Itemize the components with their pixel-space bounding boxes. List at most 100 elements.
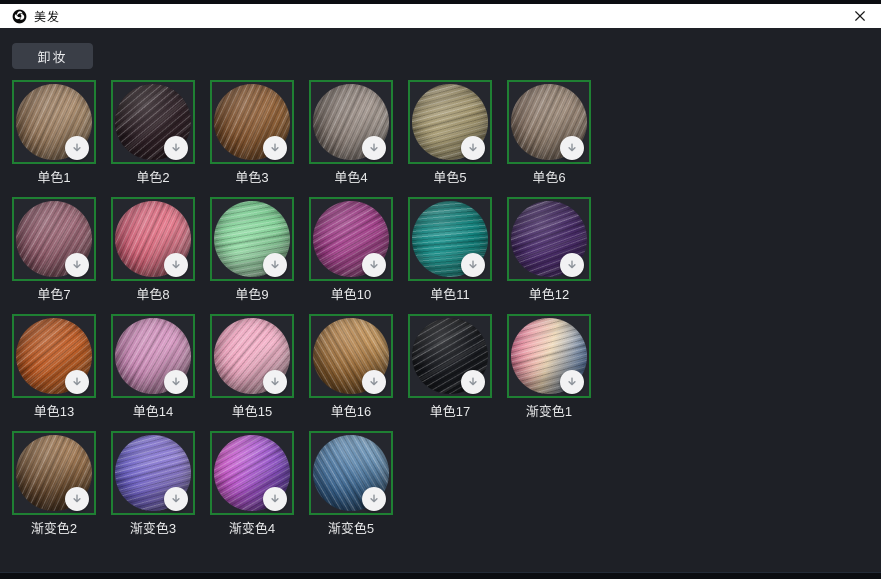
download-button[interactable] (560, 370, 584, 394)
download-button[interactable] (263, 370, 287, 394)
hair-color-label: 渐变色2 (12, 521, 96, 537)
close-button[interactable] (843, 4, 877, 28)
download-arrow-icon (70, 258, 84, 272)
hair-color-tile[interactable] (309, 197, 393, 281)
hair-color-label: 单色1 (12, 170, 96, 186)
download-arrow-icon (367, 258, 381, 272)
hair-color-tile[interactable] (12, 431, 96, 515)
hair-color-item: 单色6 (507, 80, 591, 186)
hair-color-tile[interactable] (408, 80, 492, 164)
download-arrow-icon (466, 141, 480, 155)
screen-edge-bottom (0, 572, 881, 579)
download-arrow-icon (367, 141, 381, 155)
download-arrow-icon (169, 375, 183, 389)
hair-color-label: 渐变色1 (507, 404, 591, 420)
hair-color-tile[interactable] (309, 431, 393, 515)
download-button[interactable] (362, 370, 386, 394)
hair-color-item: 渐变色5 (309, 431, 393, 537)
hair-color-tile[interactable] (12, 197, 96, 281)
hair-color-tile[interactable] (111, 197, 195, 281)
download-button[interactable] (65, 370, 89, 394)
hair-color-item: 单色7 (12, 197, 96, 303)
hair-color-label: 单色16 (309, 404, 393, 420)
hair-color-label: 单色4 (309, 170, 393, 186)
hair-color-item: 单色5 (408, 80, 492, 186)
hair-color-item: 单色10 (309, 197, 393, 303)
hair-color-item: 渐变色4 (210, 431, 294, 537)
download-button[interactable] (164, 370, 188, 394)
hair-color-tile[interactable] (12, 80, 96, 164)
hair-color-item: 单色17 (408, 314, 492, 420)
hair-color-tile[interactable] (111, 80, 195, 164)
hair-color-tile[interactable] (507, 197, 591, 281)
hair-color-tile[interactable] (210, 80, 294, 164)
download-arrow-icon (268, 492, 282, 506)
dialog-titlebar: 美发 (0, 4, 881, 28)
hair-color-item: 渐变色2 (12, 431, 96, 537)
hair-color-label: 单色14 (111, 404, 195, 420)
download-button[interactable] (461, 136, 485, 160)
hair-color-tile[interactable] (309, 314, 393, 398)
download-arrow-icon (70, 375, 84, 389)
download-arrow-icon (268, 258, 282, 272)
hair-color-label: 单色6 (507, 170, 591, 186)
download-arrow-icon (367, 492, 381, 506)
hair-color-item: 单色1 (12, 80, 96, 186)
hair-color-grid: 单色1 单色2 (12, 80, 869, 537)
download-arrow-icon (466, 375, 480, 389)
download-button[interactable] (164, 253, 188, 277)
hair-color-tile[interactable] (210, 314, 294, 398)
download-button[interactable] (560, 253, 584, 277)
hair-color-tile[interactable] (12, 314, 96, 398)
hair-color-item: 单色12 (507, 197, 591, 303)
download-button[interactable] (65, 253, 89, 277)
hair-color-tile[interactable] (111, 431, 195, 515)
download-arrow-icon (70, 141, 84, 155)
download-arrow-icon (268, 375, 282, 389)
download-button[interactable] (263, 136, 287, 160)
download-button[interactable] (362, 487, 386, 511)
hair-color-tile[interactable] (210, 431, 294, 515)
hair-color-item: 单色15 (210, 314, 294, 420)
hair-color-label: 渐变色5 (309, 521, 393, 537)
hair-color-label: 渐变色4 (210, 521, 294, 537)
hair-color-tile[interactable] (507, 314, 591, 398)
hair-color-tile[interactable] (408, 197, 492, 281)
hair-color-label: 单色13 (12, 404, 96, 420)
hair-color-tile[interactable] (210, 197, 294, 281)
download-arrow-icon (70, 492, 84, 506)
download-button[interactable] (65, 487, 89, 511)
hair-color-label: 单色5 (408, 170, 492, 186)
download-button[interactable] (461, 253, 485, 277)
hair-color-tile[interactable] (408, 314, 492, 398)
hair-color-item: 单色3 (210, 80, 294, 186)
remove-makeup-button[interactable]: 卸妆 (12, 43, 93, 69)
hair-color-item: 单色14 (111, 314, 195, 420)
download-button[interactable] (362, 136, 386, 160)
download-button[interactable] (263, 487, 287, 511)
download-button[interactable] (461, 370, 485, 394)
download-button[interactable] (65, 136, 89, 160)
download-button[interactable] (263, 253, 287, 277)
download-arrow-icon (565, 375, 579, 389)
download-button[interactable] (164, 136, 188, 160)
download-arrow-icon (466, 258, 480, 272)
hair-color-tile[interactable] (507, 80, 591, 164)
hair-color-label: 单色15 (210, 404, 294, 420)
hair-color-item: 单色8 (111, 197, 195, 303)
hair-color-item: 单色11 (408, 197, 492, 303)
download-button[interactable] (164, 487, 188, 511)
hair-color-item: 单色13 (12, 314, 96, 420)
hair-color-tile[interactable] (111, 314, 195, 398)
download-arrow-icon (367, 375, 381, 389)
hair-color-label: 单色9 (210, 287, 294, 303)
hair-color-label: 单色2 (111, 170, 195, 186)
download-arrow-icon (169, 492, 183, 506)
hair-color-label: 单色12 (507, 287, 591, 303)
hair-color-item: 单色16 (309, 314, 393, 420)
download-button[interactable] (560, 136, 584, 160)
hair-color-label: 单色7 (12, 287, 96, 303)
download-button[interactable] (362, 253, 386, 277)
hair-color-tile[interactable] (309, 80, 393, 164)
dialog-body: 卸妆 单色1 单色 (0, 28, 881, 572)
